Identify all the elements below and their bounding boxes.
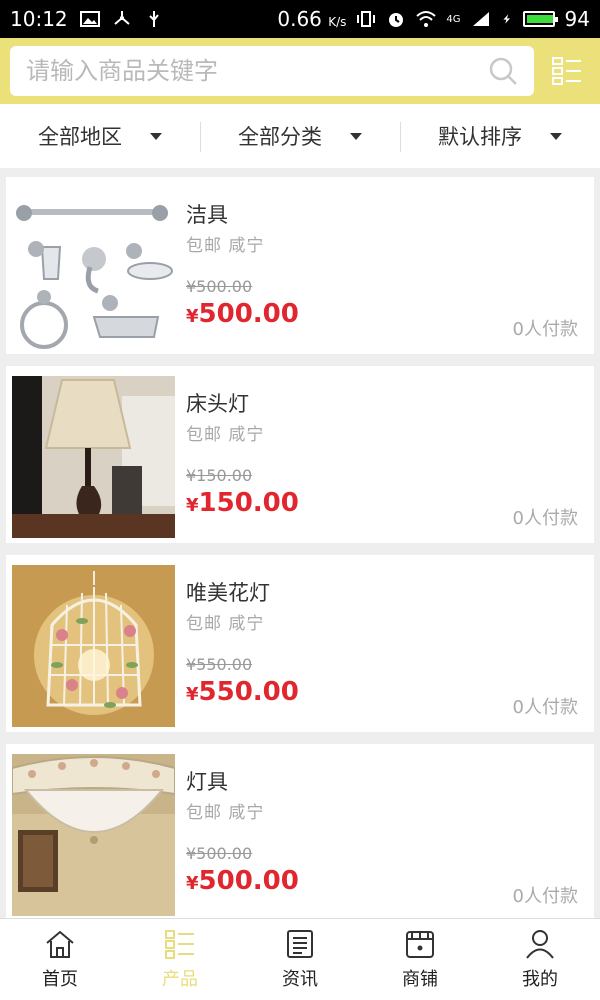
charging-icon xyxy=(502,14,510,24)
products-grid-icon xyxy=(165,929,194,959)
tab-news[interactable]: 资讯 xyxy=(240,919,360,1000)
filter-label: 全部地区 xyxy=(38,125,122,149)
bathroom-fixtures-image[interactable] xyxy=(12,187,175,349)
product-title[interactable]: 洁具 xyxy=(186,199,228,229)
product-location: 包邮 咸宁 xyxy=(186,803,265,823)
tab-label: 资讯 xyxy=(282,968,318,990)
search-icon[interactable] xyxy=(488,56,518,86)
original-price: ¥500.00 xyxy=(186,277,253,296)
filter-region[interactable]: 全部地区 xyxy=(0,104,200,168)
product-location: 包邮 咸宁 xyxy=(186,425,265,445)
filter-label: 默认排序 xyxy=(438,125,522,149)
buyer-count: 0人付款 xyxy=(512,319,578,340)
tab-products[interactable]: 产品 xyxy=(120,919,240,1000)
tab-profile[interactable]: 我的 xyxy=(480,919,600,1000)
filter-label: 全部分类 xyxy=(238,125,322,149)
product-card[interactable]: 唯美花灯 包邮 咸宁 ¥550.00 ¥550.00 0人付款 xyxy=(6,555,594,732)
user-icon xyxy=(526,929,554,959)
search-input[interactable] xyxy=(26,57,488,85)
product-card[interactable]: 灯具 包邮 咸宁 ¥500.00 ¥500.00 0人付款 xyxy=(6,744,594,918)
caret-down-icon xyxy=(350,132,362,140)
tab-label: 产品 xyxy=(162,968,198,990)
product-card[interactable]: 床头灯 包邮 咸宁 ¥150.00 ¥150.00 0人付款 xyxy=(6,366,594,543)
filter-category[interactable]: 全部分类 xyxy=(200,104,400,168)
alarm-icon xyxy=(389,13,404,27)
product-location: 包邮 咸宁 xyxy=(186,236,265,256)
product-title[interactable]: 床头灯 xyxy=(186,388,249,418)
tab-label: 商铺 xyxy=(402,968,438,990)
battery-icon xyxy=(522,11,558,27)
buyer-count: 0人付款 xyxy=(512,508,578,529)
buyer-count: 0人付款 xyxy=(512,697,578,718)
buyer-count: 0人付款 xyxy=(512,886,578,907)
product-title[interactable]: 唯美花灯 xyxy=(186,577,270,607)
bedside-lamp-image[interactable] xyxy=(12,376,175,538)
bottom-nav: 首页 产品 资讯 商铺 我的 xyxy=(0,918,600,1000)
product-title[interactable]: 灯具 xyxy=(186,766,228,796)
original-price: ¥500.00 xyxy=(186,844,253,863)
search-header xyxy=(0,38,600,104)
caret-down-icon xyxy=(550,132,562,140)
wifi-icon xyxy=(416,11,437,27)
caret-down-icon xyxy=(150,132,162,140)
current-price: ¥500.00 xyxy=(186,299,299,329)
home-icon xyxy=(46,930,74,958)
usb-icon xyxy=(148,11,159,27)
current-price: ¥500.00 xyxy=(186,866,299,896)
filter-bar: 全部地区 全部分类 默认排序 xyxy=(0,104,600,168)
shop-icon xyxy=(406,930,434,958)
vibrate-icon xyxy=(357,11,376,27)
ceiling-lamp-image[interactable] xyxy=(12,754,175,916)
tab-label: 我的 xyxy=(522,968,558,990)
news-icon xyxy=(287,929,313,958)
network-speed: 0.66 K/s xyxy=(277,7,347,31)
original-price: ¥150.00 xyxy=(186,466,253,485)
battery-percent: 94 xyxy=(564,7,590,31)
image-notification-icon xyxy=(79,11,100,27)
product-card[interactable]: 洁具 包邮 咸宁 ¥500.00 ¥500.00 0人付款 xyxy=(6,177,594,354)
original-price: ¥550.00 xyxy=(186,655,253,674)
tab-label: 首页 xyxy=(42,968,78,990)
search-box[interactable] xyxy=(10,46,534,96)
current-price: ¥150.00 xyxy=(186,488,299,518)
list-menu-icon[interactable] xyxy=(552,56,582,86)
status-time: 10:12 xyxy=(10,7,68,31)
product-location: 包邮 咸宁 xyxy=(186,614,265,634)
product-list: 洁具 包邮 咸宁 ¥500.00 ¥500.00 0人付款 床头灯 包邮 咸宁 … xyxy=(0,168,600,918)
status-bar: 10:12 0.66 K/s 4G 94 xyxy=(0,0,600,38)
tab-home[interactable]: 首页 xyxy=(0,919,120,1000)
signal-icon xyxy=(472,12,489,26)
flower-lamp-image[interactable] xyxy=(12,565,175,727)
network-type: 4G xyxy=(446,13,461,25)
share-notification-icon xyxy=(113,11,130,25)
current-price: ¥550.00 xyxy=(186,677,299,707)
tab-shop[interactable]: 商铺 xyxy=(360,919,480,1000)
filter-sort[interactable]: 默认排序 xyxy=(400,104,600,168)
